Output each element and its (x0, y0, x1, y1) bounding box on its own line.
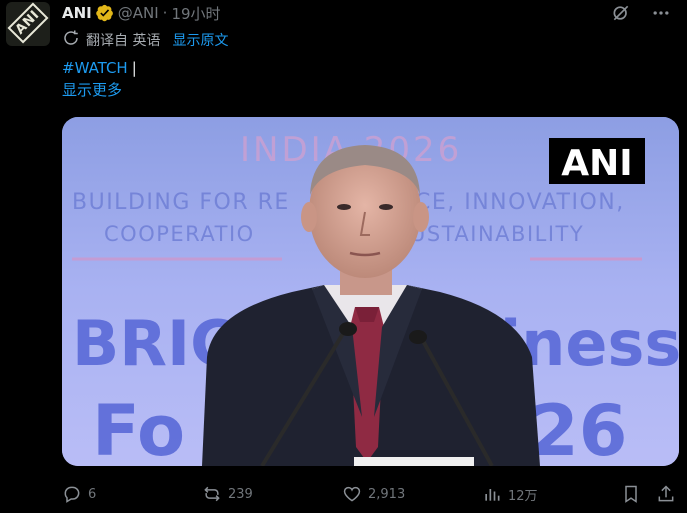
post-time[interactable]: 19小时 (171, 3, 220, 24)
bookmark-icon (625, 485, 637, 503)
banner-big2-left: Fo (92, 390, 185, 466)
translation-row: 翻译自 英语 显示原文 (62, 30, 228, 50)
avatar[interactable]: ANI (6, 2, 50, 46)
banner-line2b: USTAINABILITY (410, 222, 584, 246)
heart-icon (343, 486, 361, 502)
views-button[interactable]: 12万 (482, 482, 538, 506)
show-more-link[interactable]: 显示更多 (62, 79, 137, 101)
repost-icon (204, 486, 220, 502)
more-options-icon[interactable] (651, 3, 671, 23)
top-right-icons (611, 3, 671, 23)
reply-count: 6 (88, 486, 97, 502)
translated-from-label: 翻译自 英语 (86, 33, 161, 49)
tweet-actions: 6 239 2,913 12万 (62, 482, 679, 506)
like-button[interactable]: 2,913 (342, 482, 405, 506)
like-count: 2,913 (368, 486, 406, 502)
svg-text:ANI: ANI (561, 143, 632, 184)
views-icon (485, 489, 500, 501)
tweet-header: ANI @ANI · 19小时 (62, 3, 221, 23)
text-caret: | (131, 59, 137, 77)
ani-logo: ANI (7, 2, 49, 44)
account-name[interactable]: ANI (62, 4, 92, 22)
repost-count: 239 (228, 486, 253, 502)
share-icon (658, 485, 674, 502)
share-button[interactable] (656, 482, 676, 506)
reply-button[interactable]: 6 (62, 482, 96, 506)
show-original-link[interactable]: 显示原文 (172, 30, 228, 50)
verified-badge-icon (95, 4, 114, 22)
banner-big2-right: 26 (530, 390, 627, 466)
video-media[interactable]: INDIA 2026 BUILDING FOR RE ICE, INNOVATI… (62, 117, 679, 466)
tweet-text: #WATCH | 显示更多 (62, 57, 137, 101)
podium-paper (354, 457, 474, 466)
views-count: 12万 (508, 488, 538, 504)
repost-button[interactable]: 239 (202, 482, 253, 506)
grok-icon[interactable] (611, 3, 631, 23)
separator-dot: · (162, 4, 168, 22)
video-frame: INDIA 2026 BUILDING FOR RE ICE, INNOVATI… (62, 117, 679, 466)
bookmark-button[interactable] (621, 482, 641, 506)
ani-watermark: ANI (549, 138, 645, 184)
account-handle[interactable]: @ANI (118, 4, 159, 22)
banner-line2: COOPERATIO (104, 222, 255, 246)
banner-line1: BUILDING FOR RE (72, 190, 290, 215)
translate-icon (62, 29, 80, 51)
banner-line1b: ICE, INNOVATION, (407, 190, 625, 215)
reply-icon (64, 486, 80, 503)
hashtag-watch[interactable]: #WATCH (62, 59, 128, 77)
